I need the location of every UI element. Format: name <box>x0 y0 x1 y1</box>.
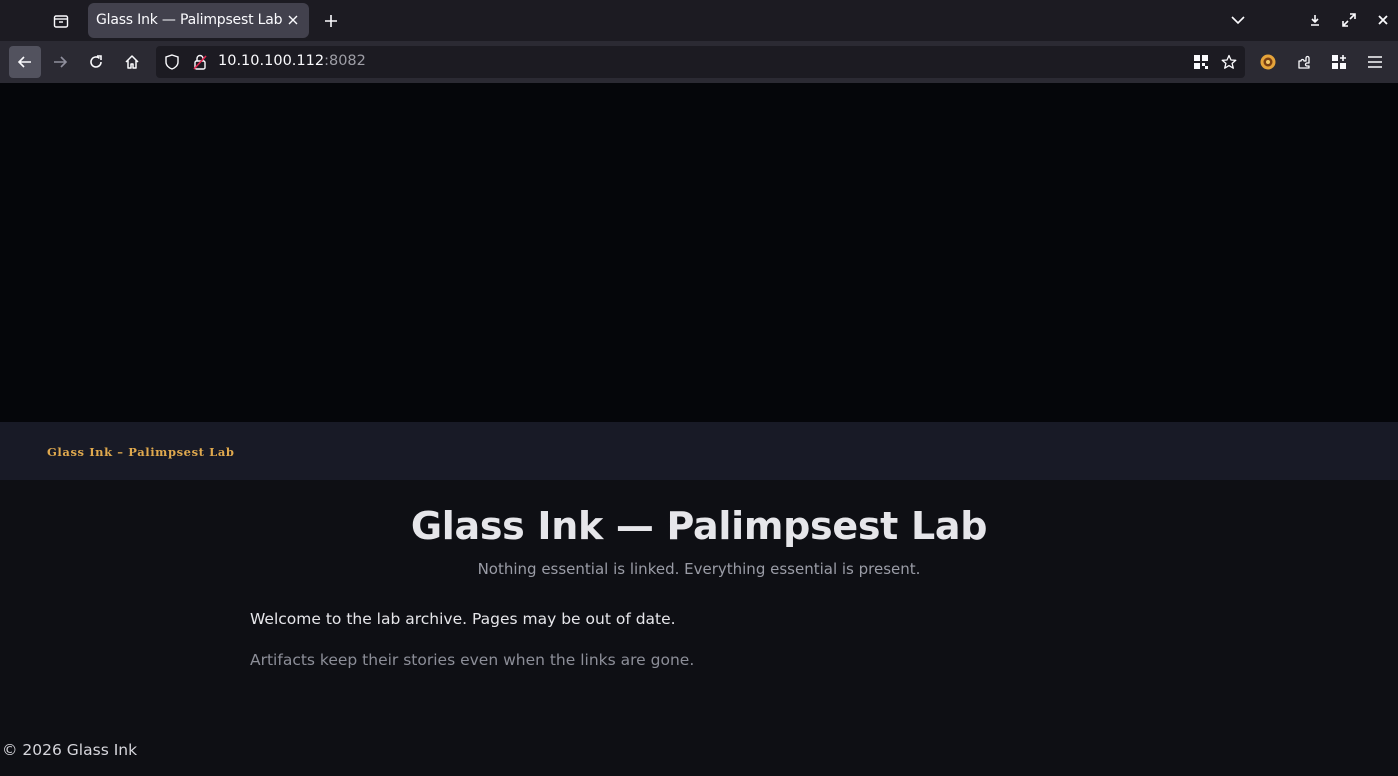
url-host: 10.10.100.112 <box>218 53 325 69</box>
site-header: Glass Ink – Palimpsest Lab <box>0 422 1398 480</box>
chevron-down-icon[interactable] <box>1228 10 1248 30</box>
tab-title: Glass Ink — Palimpsest Lab <box>96 12 283 28</box>
menu-icon[interactable] <box>1359 46 1391 78</box>
reload-icon <box>90 55 102 68</box>
navigation-bar: 10.10.100.112:8082 <box>0 41 1398 83</box>
back-button[interactable] <box>9 46 41 78</box>
arrow-right-icon <box>54 56 68 68</box>
url-port: :8082 <box>324 53 366 69</box>
forward-button[interactable] <box>44 46 76 78</box>
home-button[interactable] <box>116 46 148 78</box>
tab-strip: Glass Ink — Palimpsest Lab <box>0 0 1398 41</box>
tab-close-icon[interactable] <box>285 12 301 28</box>
new-tab-icon[interactable] <box>320 10 342 32</box>
minimize-icon[interactable] <box>1305 10 1325 30</box>
url-bar[interactable]: 10.10.100.112:8082 <box>156 46 1245 78</box>
firefox-view-icon[interactable] <box>48 8 74 34</box>
apps-grid-icon[interactable] <box>1323 46 1355 78</box>
page-tagline: Nothing essential is linked. Everything … <box>477 560 921 578</box>
welcome-paragraph: Welcome to the lab archive. Pages may be… <box>250 610 676 628</box>
hero-area <box>0 83 1398 422</box>
insecure-lock-icon[interactable] <box>191 53 209 71</box>
extension-fox-icon[interactable] <box>1252 46 1284 78</box>
browser-tab[interactable]: Glass Ink — Palimpsest Lab <box>88 3 309 38</box>
site-brand[interactable]: Glass Ink – Palimpsest Lab <box>47 445 235 459</box>
bookmark-star-icon[interactable] <box>1220 53 1238 71</box>
close-window-icon[interactable] <box>1373 10 1393 30</box>
main-content: Glass Ink — Palimpsest Lab Nothing essen… <box>0 480 1398 776</box>
qr-code-icon[interactable] <box>1192 53 1210 71</box>
url-text[interactable]: 10.10.100.112:8082 <box>218 53 366 69</box>
reload-button[interactable] <box>80 46 112 78</box>
extensions-icon[interactable] <box>1288 46 1320 78</box>
home-icon <box>125 55 139 69</box>
page-title: Glass Ink — Palimpsest Lab <box>410 504 988 548</box>
maximize-icon[interactable] <box>1339 10 1359 30</box>
artifacts-paragraph: Artifacts keep their stories even when t… <box>250 651 695 669</box>
page-footer: © 2026 Glass Ink <box>2 741 138 759</box>
arrow-left-icon <box>17 56 31 68</box>
shield-icon[interactable] <box>163 53 181 71</box>
